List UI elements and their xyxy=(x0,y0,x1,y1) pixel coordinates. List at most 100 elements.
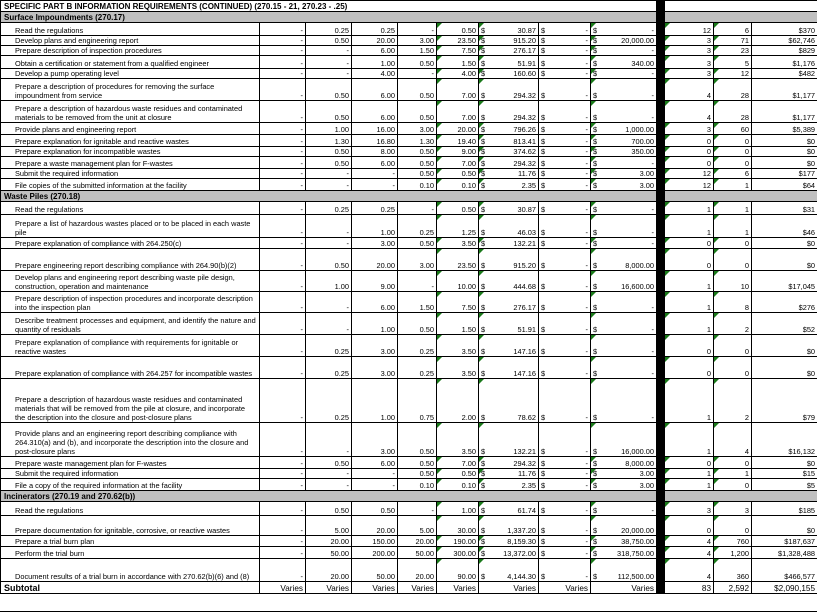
col-capital: $ - xyxy=(538,68,591,79)
col-capital-value: - xyxy=(585,303,588,312)
table-row: Prepare a waste management plan for F-wa… xyxy=(0,156,817,169)
dollar-sign: $ xyxy=(541,325,546,334)
col-capital-value: - xyxy=(585,549,588,558)
col-om: $20,000.00 xyxy=(589,35,658,46)
col-respondents-value: 1 xyxy=(706,447,712,456)
col-total-cost-value: $5 xyxy=(806,481,816,490)
col-b-value: 0.50 xyxy=(334,506,349,515)
col-d: 0.50 xyxy=(397,146,437,157)
col-a-value: - xyxy=(300,261,303,270)
col-total-hours-value: 0.50 xyxy=(461,469,476,478)
col-total-cost: $177 xyxy=(751,168,817,179)
col-labor-cost: $294.32 xyxy=(478,456,539,469)
separator-bar xyxy=(656,515,666,536)
dollar-sign: $ xyxy=(541,147,546,156)
col-b-value: - xyxy=(346,303,349,312)
task-description: Develop a pump operating level xyxy=(0,68,260,79)
col-b: 0.50 xyxy=(305,35,352,46)
col-total-cost-value: $185 xyxy=(798,506,816,515)
spreadsheet: SPECIFIC PART B INFORMATION REQUIREMENTS… xyxy=(0,0,817,612)
col-capital-value: - xyxy=(585,325,588,334)
col-respondents: 12 xyxy=(664,178,715,191)
col-capital: $ - xyxy=(538,422,591,457)
table-row: File a copy of the required information … xyxy=(0,478,817,491)
col-om-value: - xyxy=(651,205,655,214)
col-total-hours-value: 3.50 xyxy=(461,347,476,356)
col-respondents-value: 3 xyxy=(706,69,712,78)
col-b: 0.50 xyxy=(305,156,352,169)
col-labor-cost: $11.76 xyxy=(478,168,539,179)
table-row: Describe treatment processes and equipme… xyxy=(0,312,817,335)
table-row: Prepare explanation of compliance with r… xyxy=(0,334,817,357)
col-a: - xyxy=(259,422,306,457)
col-respondents-value: 1 xyxy=(706,282,712,291)
dollar-sign: $ xyxy=(541,549,546,558)
col-om-value: - xyxy=(651,506,655,515)
col-respondents-value: 3 xyxy=(706,36,712,45)
col-capital-value: - xyxy=(585,526,588,535)
col-total-cost: $2,090,155 xyxy=(751,581,817,594)
dollar-sign: $ xyxy=(593,303,598,312)
col-total-cost-value: $187,637 xyxy=(784,537,816,546)
separator-bar xyxy=(656,456,666,469)
col-total-hours: 1.25 xyxy=(436,214,479,238)
col-labor-cost-value: 2.35 xyxy=(521,181,536,190)
col-c-value: 20.00 xyxy=(376,526,396,535)
col-total-hours-value: 1.50 xyxy=(461,325,476,334)
col-c: 3.00 xyxy=(351,422,398,457)
col-a: - xyxy=(259,378,306,423)
col-labor-cost: $132.21 xyxy=(478,422,539,457)
col-responses-value: 1,200 xyxy=(730,549,750,558)
col-a-value: - xyxy=(300,36,303,45)
dollar-sign: $ xyxy=(481,347,486,356)
col-capital: $ - xyxy=(538,535,591,547)
col-om: $ - xyxy=(589,201,658,215)
task-description: Prepare description of inspection proced… xyxy=(0,291,260,313)
col-c-value: 1.00 xyxy=(380,413,395,422)
col-a: - xyxy=(259,156,306,169)
col-respondents-value: 1 xyxy=(706,469,712,478)
col-a-value: - xyxy=(300,325,303,334)
col-responses-value: 0 xyxy=(744,159,750,168)
separator-bar xyxy=(656,11,666,23)
col-respondents-value: 4 xyxy=(706,537,712,546)
col-respondents: 4 xyxy=(664,558,715,582)
col-b-value: 0.25 xyxy=(334,369,349,378)
col-responses: 6 xyxy=(713,168,753,179)
col-total-hours-value: 7.00 xyxy=(461,459,476,468)
col-c: - xyxy=(351,468,398,479)
col-responses-value: 0 xyxy=(744,526,750,535)
col-b: 20.00 xyxy=(305,558,352,582)
separator-bar xyxy=(656,356,666,379)
dollar-sign: $ xyxy=(593,137,598,146)
col-c: - xyxy=(351,168,398,179)
col-responses: 23 xyxy=(713,45,753,56)
col-responses-value: 28 xyxy=(740,91,750,100)
col-labor-cost: $147.16 xyxy=(478,334,539,357)
col-total-cost: $0 xyxy=(751,248,817,271)
task-description: Prepare a description of procedures for … xyxy=(0,78,260,101)
col-a-value: - xyxy=(300,147,303,156)
col-total-cost-value: $0 xyxy=(806,459,816,468)
col-c-value: 6.00 xyxy=(380,303,395,312)
col-responses-value: 28 xyxy=(740,113,750,122)
col-respondents: 0 xyxy=(664,146,715,157)
task-description: Prepare a trial burn plan xyxy=(0,535,260,547)
col-total-hours: 0.50 xyxy=(436,201,479,215)
col-a-value: - xyxy=(300,303,303,312)
col-om-value: 700.00 xyxy=(631,137,655,146)
col-labor-cost: $147.16 xyxy=(478,356,539,379)
col-b: - xyxy=(305,178,352,191)
dollar-sign: $ xyxy=(481,261,486,270)
col-total-cost: $0 xyxy=(751,356,817,379)
col-labor-cost: $276.17 xyxy=(478,291,539,313)
col-a: - xyxy=(259,237,306,249)
col-total-hours: 30.00 xyxy=(436,515,479,536)
col-om: $ - xyxy=(589,22,658,36)
col-b: 0.25 xyxy=(305,22,352,36)
col-om-value: 3.00 xyxy=(639,469,655,478)
col-total-cost-value: $276 xyxy=(798,303,816,312)
col-a-value: - xyxy=(300,228,303,237)
task-description: Submit the required information xyxy=(0,468,260,479)
dollar-sign: $ xyxy=(593,26,598,35)
